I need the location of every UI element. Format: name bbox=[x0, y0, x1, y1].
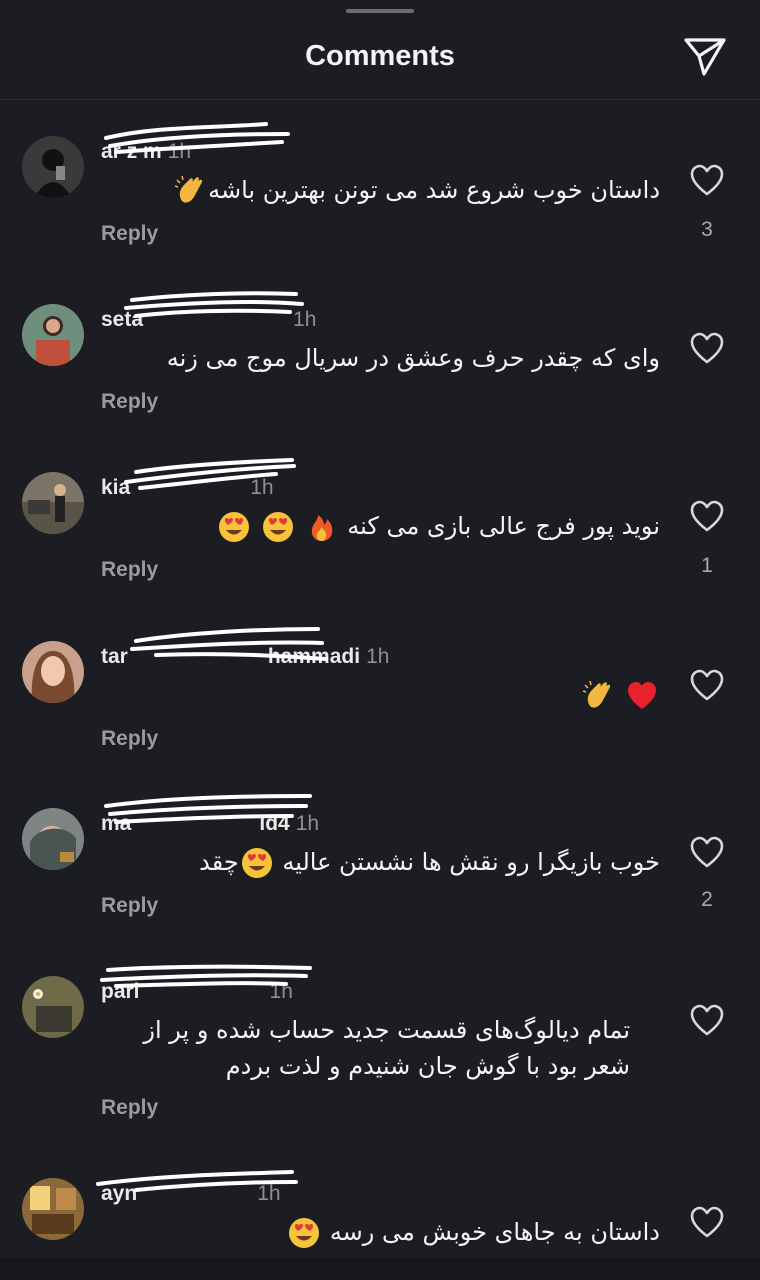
comment-text: تمام دیالوگ‌های قسمت جدید حساب شده و پر … bbox=[143, 1016, 630, 1080]
red-heart-emoji-icon bbox=[626, 680, 658, 712]
avatar[interactable] bbox=[22, 1178, 84, 1240]
comment-text: داستان به جاهای خوبش می رسه bbox=[100, 1214, 660, 1250]
heart-icon[interactable] bbox=[690, 1206, 724, 1240]
heart-icon[interactable] bbox=[690, 500, 724, 534]
heart-icon[interactable] bbox=[690, 669, 724, 703]
avatar[interactable] bbox=[22, 976, 84, 1038]
comment-text: نوید پور فرج عالی بازی می کنه bbox=[100, 508, 660, 544]
avatar[interactable] bbox=[22, 472, 84, 534]
avatar[interactable] bbox=[22, 641, 84, 703]
heart-icon[interactable] bbox=[690, 1004, 724, 1038]
bottom-edge bbox=[0, 1258, 760, 1280]
page-title: Comments bbox=[305, 40, 455, 72]
comments-sheet: Comments ar z m 1h داستان خوب شروع شد می … bbox=[0, 0, 760, 1280]
comment-text bbox=[100, 677, 660, 713]
redaction-scribble bbox=[124, 291, 304, 318]
reply-button[interactable]: Reply bbox=[101, 390, 158, 414]
like-count: 1 bbox=[701, 554, 713, 577]
comment-text: خوب بازیگرا رو نقش ها نشستن عالیه چقد bbox=[100, 844, 660, 880]
redaction-scribble bbox=[96, 1170, 298, 1192]
redaction-scribble bbox=[100, 964, 312, 988]
reply-button[interactable]: Reply bbox=[101, 1096, 158, 1120]
clap-emoji-icon bbox=[582, 680, 614, 712]
heart-icon[interactable] bbox=[690, 164, 724, 198]
clap-emoji-icon bbox=[174, 175, 206, 207]
heart-eyes-emoji-icon bbox=[218, 511, 250, 543]
redaction-scribble bbox=[124, 458, 296, 490]
heart-eyes-emoji-icon bbox=[241, 847, 273, 879]
fire-emoji-icon bbox=[306, 511, 338, 543]
redaction-scribble bbox=[104, 794, 312, 824]
comment-time: 1h bbox=[366, 645, 390, 668]
avatar[interactable] bbox=[22, 136, 84, 198]
like-count: 3 bbox=[701, 218, 713, 241]
send-icon[interactable] bbox=[682, 36, 728, 78]
reply-button[interactable]: Reply bbox=[101, 558, 158, 582]
comment-text: وای که چقدر حرف وعشق در سریال موج می زنه bbox=[166, 344, 660, 372]
reply-button[interactable]: Reply bbox=[101, 222, 158, 246]
reply-button[interactable]: Reply bbox=[101, 894, 158, 918]
heart-eyes-emoji-icon bbox=[262, 511, 294, 543]
comment-text: داستان خوب شروع شد می تونن بهترین باشه bbox=[100, 172, 660, 208]
header: Comments bbox=[0, 0, 760, 100]
heart-icon[interactable] bbox=[690, 332, 724, 366]
heart-icon[interactable] bbox=[690, 836, 724, 870]
heart-eyes-emoji-icon bbox=[288, 1217, 320, 1249]
reply-button[interactable]: Reply bbox=[101, 727, 158, 751]
redaction-scribble bbox=[130, 627, 328, 661]
avatar[interactable] bbox=[22, 808, 84, 870]
avatar[interactable] bbox=[22, 304, 84, 366]
redaction-scribble bbox=[104, 122, 290, 154]
like-count: 2 bbox=[701, 888, 713, 911]
